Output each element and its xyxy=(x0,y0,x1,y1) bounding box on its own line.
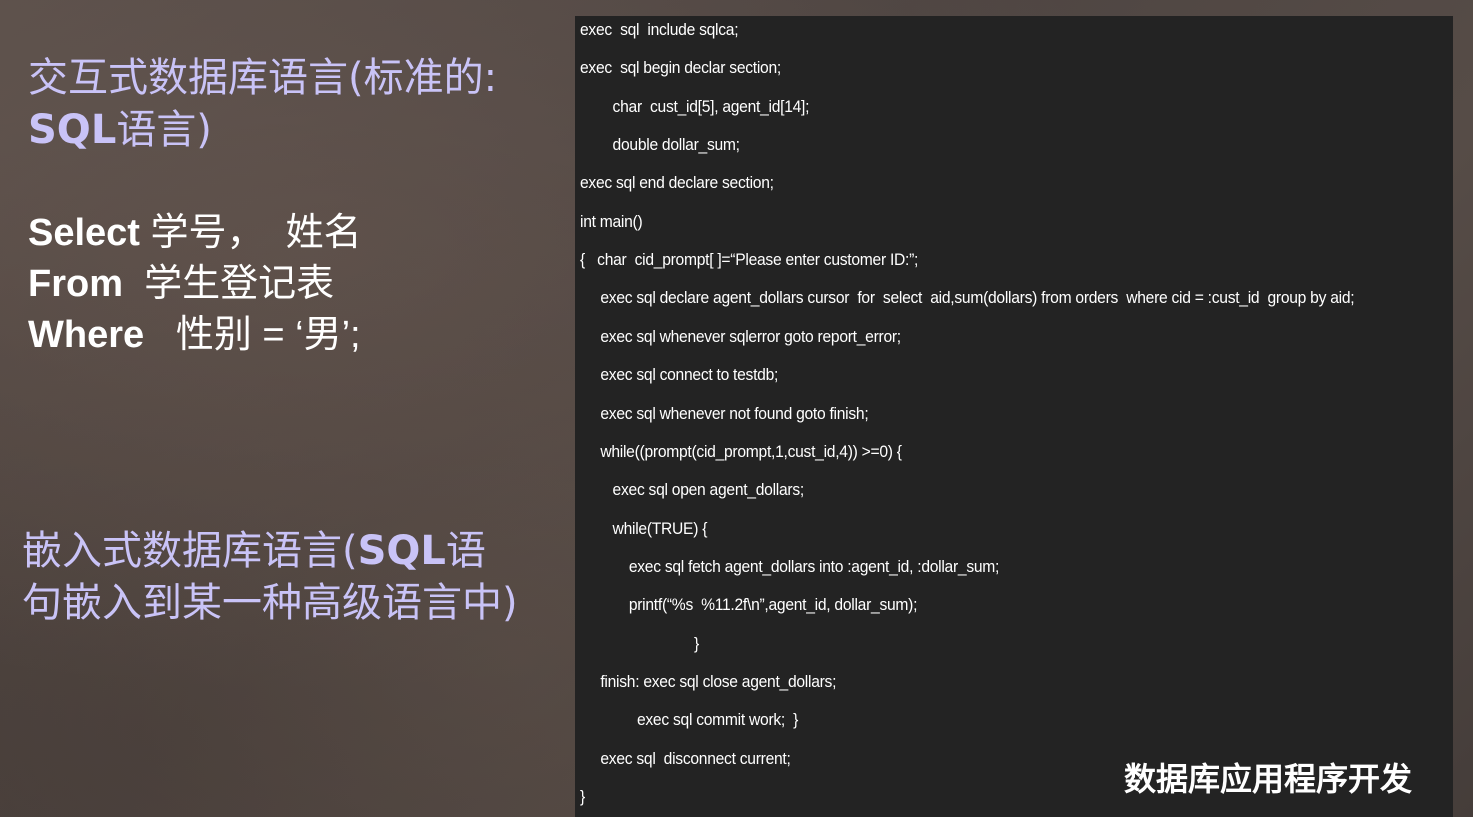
query-where-condition: 性别 = ‘男’; xyxy=(144,314,361,356)
embedded-heading-line2: 句嵌入到某一种高级语言中) xyxy=(22,580,518,626)
embedded-heading-line1: 嵌入式数据库语言(SQL语 xyxy=(22,525,572,577)
interactive-heading-line1: 交互式数据库语言(标准的: xyxy=(28,55,498,101)
code-line: exec sql whenever sqlerror goto report_e… xyxy=(580,326,901,346)
code-line: exec sql open agent_dollars; xyxy=(580,480,805,500)
slide-footer-title: 数据库应用程序开发 xyxy=(1124,760,1413,798)
code-line: exec sql end declare section; xyxy=(580,173,774,193)
sql-query-example: Select 学号， 姓名 From 学生登记表 Where 性别 = ‘男’; xyxy=(28,208,362,361)
left-panel: 交互式数据库语言(标准的: SQL语言) Select 学号， 姓名 From … xyxy=(0,0,575,817)
code-line: } xyxy=(580,633,699,653)
interactive-heading-sql: SQL xyxy=(28,107,117,153)
code-line: int main() xyxy=(580,211,643,231)
code-line: exec sql whenever not found goto finish; xyxy=(580,403,869,423)
embedded-heading-part-a: 嵌入式数据库语言( xyxy=(22,528,358,574)
code-line: char cust_id[5], agent_id[14]; xyxy=(580,96,810,116)
interactive-language-heading: 交互式数据库语言(标准的: SQL语言) xyxy=(28,52,568,156)
code-line: exec sql commit work; } xyxy=(580,710,799,730)
code-line: exec sql fetch agent_dollars into :agent… xyxy=(580,556,1000,576)
embedded-heading-sql: SQL xyxy=(357,528,446,574)
interactive-heading-rest: 语言) xyxy=(116,107,212,153)
query-where-keyword: Where xyxy=(28,314,145,356)
code-line: finish: exec sql close agent_dollars; xyxy=(580,671,837,691)
query-from-keyword: From xyxy=(28,263,123,305)
query-select-keyword: Select xyxy=(28,212,140,254)
query-select-row: Select 学号， 姓名 xyxy=(28,208,362,259)
query-from-row: From 学生登记表 xyxy=(28,259,362,310)
code-line: printf(“%s %11.2f\n”,agent_id, dollar_su… xyxy=(580,595,918,615)
embedded-heading-part-b: 语 xyxy=(445,528,486,574)
query-from-table: 学生登记表 xyxy=(123,263,335,305)
code-line: exec sql declare agent_dollars cursor fo… xyxy=(580,288,1355,308)
code-line: exec sql begin declar section; xyxy=(580,58,781,78)
code-line: { char cid_prompt[ ]=“Please enter custo… xyxy=(580,250,919,270)
embedded-language-heading: 嵌入式数据库语言(SQL语 句嵌入到某一种高级语言中) xyxy=(22,525,572,629)
code-line: while((prompt(cid_prompt,1,cust_id,4)) >… xyxy=(580,441,902,461)
code-line: exec sql disconnect current; xyxy=(580,748,791,768)
query-where-row: Where 性别 = ‘男’; xyxy=(28,310,362,361)
code-line: } xyxy=(580,787,585,806)
query-select-fields: 学号， 姓名 xyxy=(139,212,362,254)
code-line: exec sql include sqlca; xyxy=(580,20,739,39)
code-line: while(TRUE) { xyxy=(580,518,708,538)
code-line: exec sql connect to testdb; xyxy=(580,365,779,385)
interactive-heading-line2: SQL语言) xyxy=(28,104,568,156)
embedded-sql-code-panel: exec sql include sqlca; exec sql begin de… xyxy=(575,16,1453,817)
code-line: double dollar_sum; xyxy=(580,135,740,155)
